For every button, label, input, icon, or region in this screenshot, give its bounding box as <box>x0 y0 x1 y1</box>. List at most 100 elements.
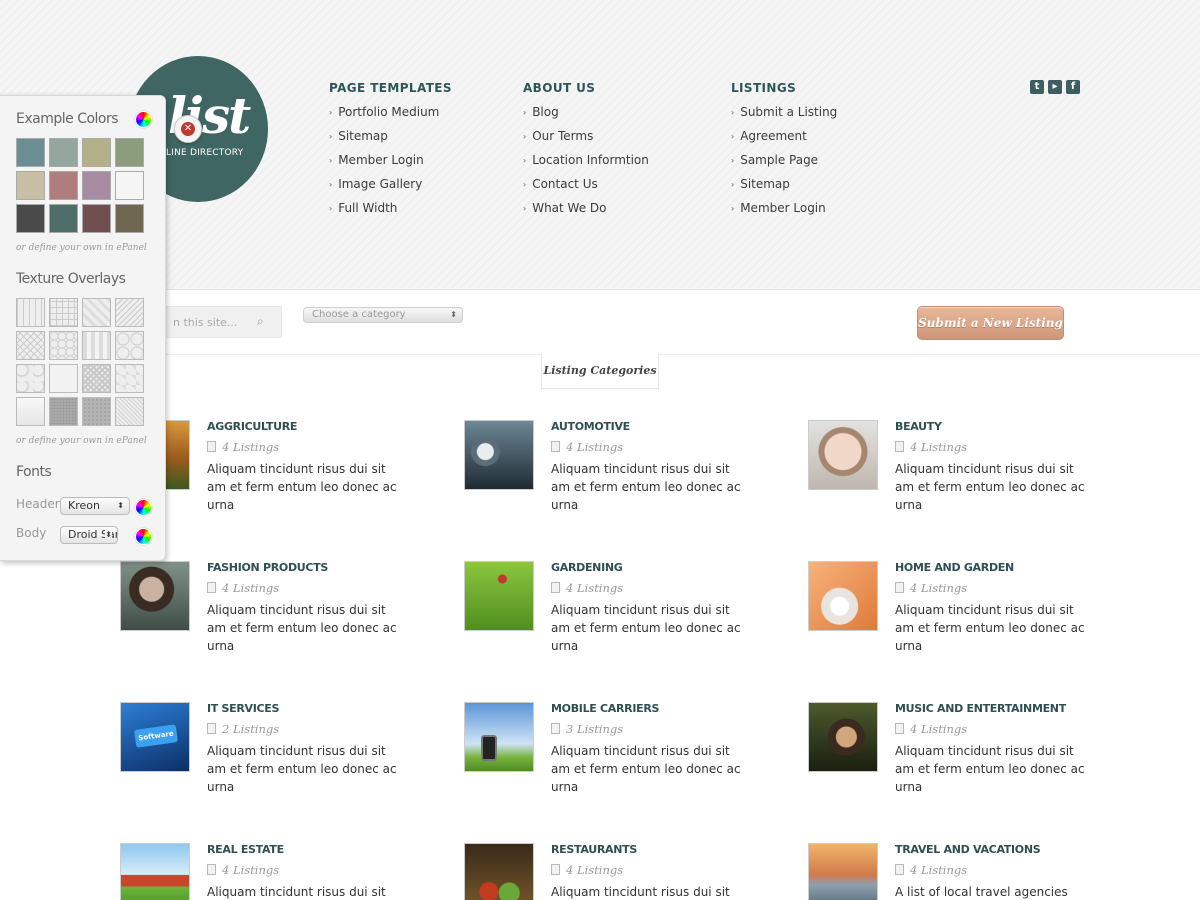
texture-swatch[interactable] <box>49 331 78 360</box>
listing-thumbnail[interactable] <box>808 420 878 490</box>
listing-description: Aliquam tincidunt risus dui sit am <box>207 885 386 899</box>
listing-thumbnail[interactable] <box>120 561 190 631</box>
listing-title[interactable]: GARDENING <box>551 561 623 574</box>
listing-thumbnail[interactable] <box>464 561 534 631</box>
texture-swatch[interactable] <box>49 298 78 327</box>
listing-thumbnail[interactable] <box>464 702 534 772</box>
submit-listing-button[interactable]: Submit a New Listing <box>917 306 1064 340</box>
listing-title[interactable]: BEAUTY <box>895 420 942 433</box>
color-swatch[interactable] <box>115 204 144 233</box>
color-wheel-icon[interactable] <box>135 499 152 516</box>
listing-title[interactable]: HOME AND GARDEN <box>895 561 1014 574</box>
listing-thumbnail[interactable] <box>120 843 190 900</box>
color-swatch[interactable] <box>82 138 111 167</box>
texture-swatch[interactable] <box>82 298 111 327</box>
texture-swatch[interactable] <box>82 331 111 360</box>
texture-hint: or define your own in ePanel <box>16 436 147 446</box>
listing-title[interactable]: RESTAURANTS <box>551 843 637 856</box>
nav-link[interactable]: › Agreement <box>731 128 837 152</box>
colors-hint: or define your own in ePanel <box>16 243 147 253</box>
texture-swatch[interactable] <box>115 397 144 426</box>
color-swatch[interactable] <box>82 171 111 200</box>
listing-title[interactable]: MOBILE CARRIERS <box>551 702 659 715</box>
texture-swatch[interactable] <box>115 364 144 393</box>
color-wheel-icon[interactable] <box>135 528 152 545</box>
document-icon <box>895 441 904 452</box>
listing-title[interactable]: AUTOMOTIVE <box>551 420 630 433</box>
texture-swatch[interactable] <box>16 397 45 426</box>
nav-link[interactable]: › Location Informtion <box>523 152 649 176</box>
rss-icon[interactable]: ▸ <box>1048 80 1062 94</box>
listing-count: 4 Listings <box>551 581 623 595</box>
header-font-label: Header <box>16 497 60 511</box>
color-swatch[interactable] <box>115 171 144 200</box>
arrow-icon: › <box>731 108 735 117</box>
nav-link[interactable]: › Contact Us <box>523 176 649 200</box>
listing-count: 4 Listings <box>207 581 279 595</box>
facebook-icon[interactable]: f <box>1066 80 1080 94</box>
listing-title[interactable]: TRAVEL AND VACATIONS <box>895 843 1041 856</box>
nav-link[interactable]: › Member Login <box>731 200 837 224</box>
color-swatch[interactable] <box>82 204 111 233</box>
color-swatch[interactable] <box>115 138 144 167</box>
texture-swatch[interactable] <box>115 298 144 327</box>
listing-title[interactable]: MUSIC AND ENTERTAINMENT <box>895 702 1066 715</box>
listing-item: REAL ESTATE 4 Listings Aliquam tincidunt… <box>120 843 410 900</box>
texture-swatch[interactable] <box>16 298 45 327</box>
color-swatch[interactable] <box>49 138 78 167</box>
nav-heading-about-us[interactable]: ABOUT US <box>523 80 649 97</box>
color-swatch[interactable] <box>16 204 45 233</box>
close-panel-button[interactable]: ✕ <box>174 115 202 143</box>
color-swatch[interactable] <box>49 171 78 200</box>
listing-categories-tab[interactable]: Listing Categories <box>541 353 659 389</box>
arrow-icon: › <box>731 156 735 165</box>
search-input[interactable] <box>173 313 257 331</box>
listing-title[interactable]: AGGRICULTURE <box>207 420 297 433</box>
listing-thumbnail[interactable] <box>808 561 878 631</box>
texture-swatch[interactable] <box>16 364 45 393</box>
fonts-heading: Fonts <box>16 464 52 480</box>
color-wheel-icon[interactable] <box>135 111 152 128</box>
nav-link[interactable]: › Submit a Listing <box>731 104 837 128</box>
nav-heading-page-templates[interactable]: PAGE TEMPLATES <box>329 80 452 97</box>
texture-swatch[interactable] <box>49 364 78 393</box>
listing-title[interactable]: FASHION PRODUCTS <box>207 561 328 574</box>
listing-title[interactable]: REAL ESTATE <box>207 843 284 856</box>
header-font-select[interactable]: Kreon ⬍ <box>60 497 130 515</box>
example-colors-heading: Example Colors <box>16 111 119 127</box>
color-swatch[interactable] <box>16 138 45 167</box>
nav-link[interactable]: › Our Terms <box>523 128 649 152</box>
listing-thumbnail[interactable] <box>464 843 534 900</box>
search-icon[interactable]: ⌕ <box>257 314 264 329</box>
nav-link[interactable]: › Image Gallery <box>329 176 452 200</box>
texture-swatch[interactable] <box>49 397 78 426</box>
nav-link[interactable]: › What We Do <box>523 200 649 224</box>
texture-swatch[interactable] <box>82 397 111 426</box>
twitter-icon[interactable]: t <box>1030 80 1044 94</box>
listing-thumbnail[interactable] <box>464 420 534 490</box>
listing-description: Aliquam tincidunt risus dui sit am et fe… <box>551 744 741 794</box>
nav-link[interactable]: › Sample Page <box>731 152 837 176</box>
listing-thumbnail[interactable]: Software <box>120 702 190 772</box>
nav-link[interactable]: › Member Login <box>329 152 452 176</box>
texture-swatch[interactable] <box>115 331 144 360</box>
texture-swatch[interactable] <box>82 364 111 393</box>
listing-thumbnail[interactable] <box>808 843 878 900</box>
nav-link[interactable]: › Sitemap <box>329 128 452 152</box>
color-swatch[interactable] <box>49 204 78 233</box>
nav-heading-listings[interactable]: LISTINGS <box>731 80 837 97</box>
document-icon <box>207 723 216 734</box>
texture-swatch[interactable] <box>16 331 45 360</box>
category-select[interactable]: Choose a category ⬍ <box>303 307 463 323</box>
nav-link[interactable]: › Portfolio Medium <box>329 104 452 128</box>
listing-description: Aliquam tincidunt risus dui sit am et fe… <box>551 603 741 653</box>
listing-title[interactable]: IT SERVICES <box>207 702 279 715</box>
color-swatch[interactable] <box>16 171 45 200</box>
nav-link[interactable]: › Blog <box>523 104 649 128</box>
nav-link[interactable]: › Full Width <box>329 200 452 224</box>
listing-thumbnail[interactable] <box>808 702 878 772</box>
listing-description: Aliquam tincidunt risus dui sit am et fe… <box>207 603 397 653</box>
nav-link[interactable]: › Sitemap <box>731 176 837 200</box>
listing-item: RESTAURANTS 4 Listings Aliquam tincidunt… <box>464 843 754 900</box>
body-font-select[interactable]: Droid Sans ⬍ <box>60 526 118 544</box>
